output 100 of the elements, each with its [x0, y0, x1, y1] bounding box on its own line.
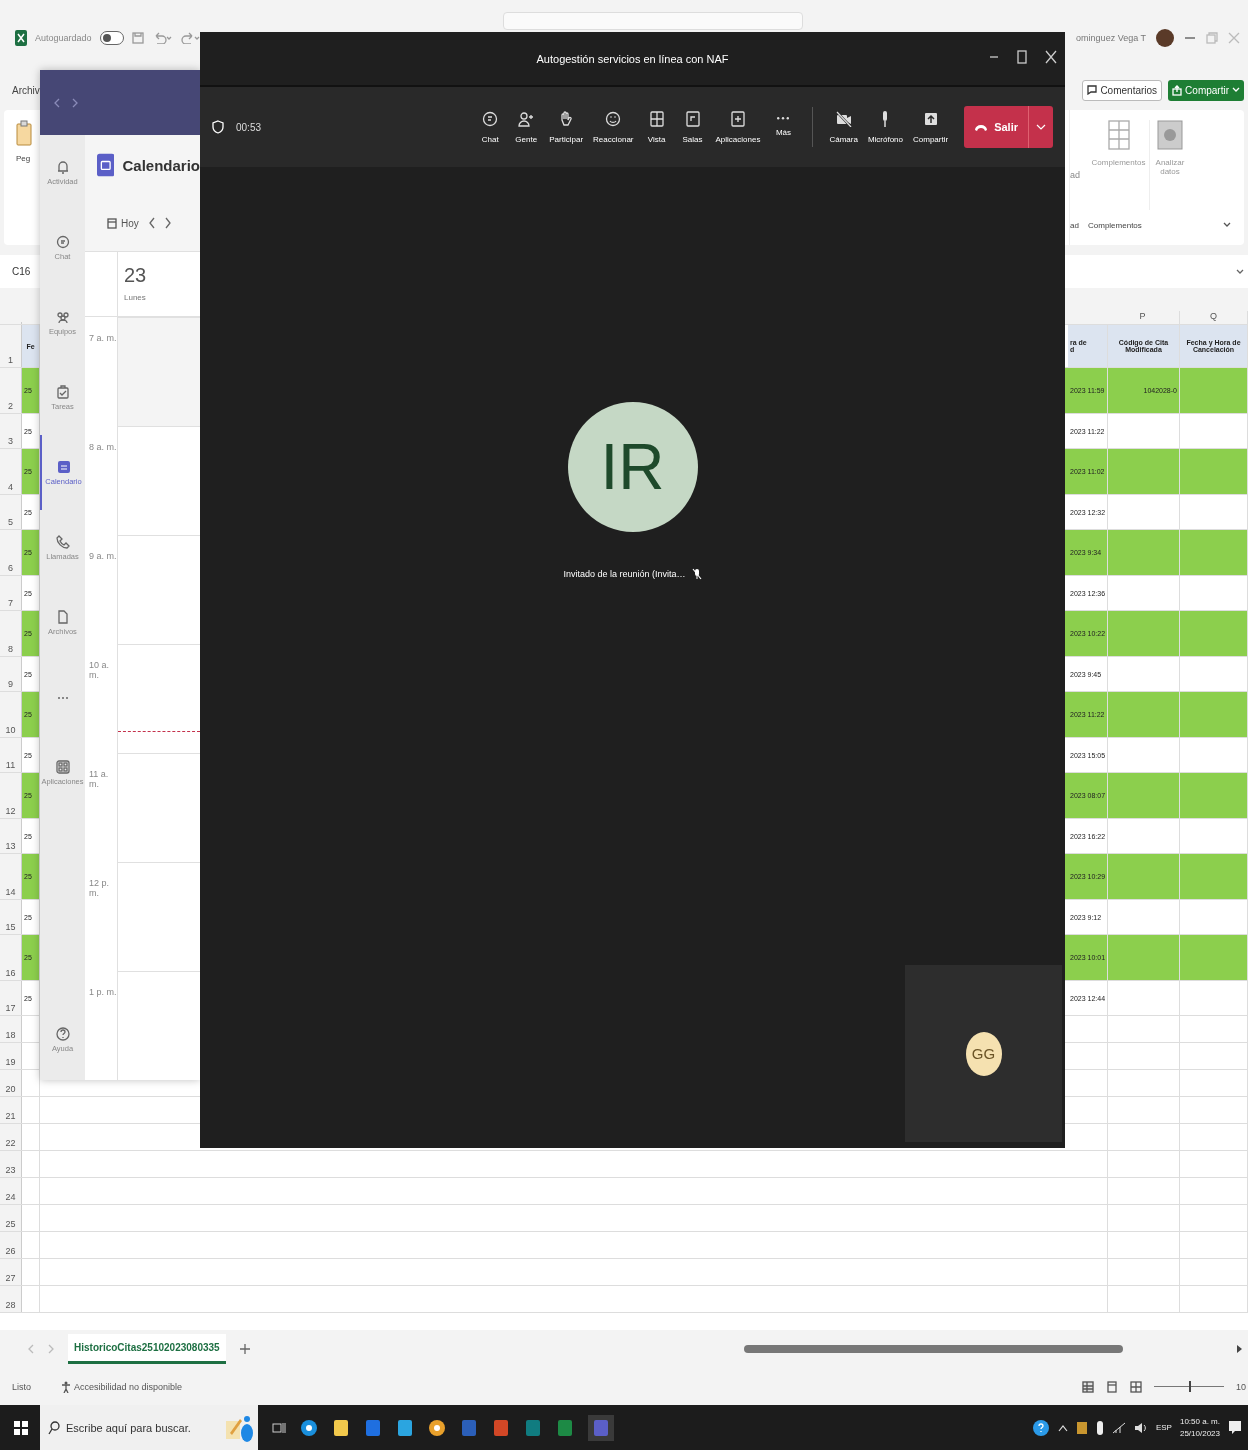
row-number[interactable]: 18 — [0, 1016, 22, 1042]
chevron-up-icon[interactable] — [1057, 1423, 1068, 1432]
toolbar-button[interactable]: Chat — [475, 110, 506, 144]
user-avatar[interactable] — [1156, 29, 1174, 47]
app-icon[interactable] — [332, 1418, 350, 1437]
clipboard-icon — [55, 384, 70, 399]
row-number[interactable]: 17 — [0, 981, 22, 1015]
toolbar-button[interactable]: Más — [768, 117, 799, 137]
layout-icon — [648, 110, 665, 127]
row-number[interactable]: 25 — [0, 1205, 22, 1231]
row-number[interactable]: 14 — [0, 854, 22, 899]
today-button[interactable]: Hoy — [107, 217, 139, 229]
row-number[interactable]: 11 — [0, 738, 22, 772]
close-icon[interactable] — [1045, 50, 1057, 64]
toolbar-button[interactable]: Vista — [641, 110, 672, 144]
app-icon[interactable] — [1075, 1420, 1088, 1435]
calendar-icon — [107, 217, 117, 229]
toggle-switch[interactable] — [99, 31, 124, 45]
spreadsheet-icon — [15, 30, 27, 46]
toolbar-button[interactable]: Salas — [677, 110, 708, 144]
language-indicator[interactable]: ESP — [1155, 1423, 1172, 1432]
menu-item[interactable]: Archiv — [12, 84, 40, 96]
grid-icon — [1107, 120, 1130, 150]
row-number[interactable]: 1 — [0, 325, 22, 367]
row-number[interactable]: 27 — [0, 1259, 22, 1285]
forward-icon[interactable] — [72, 97, 78, 108]
search-field[interactable]: Escribe aquí para buscar. — [40, 1405, 258, 1450]
row-number[interactable]: 19 — [0, 1043, 22, 1069]
chat-icon — [482, 110, 499, 127]
row-number[interactable]: 9 — [0, 657, 22, 691]
row-number[interactable]: 15 — [0, 900, 22, 934]
speaker-icon[interactable] — [1133, 1421, 1148, 1434]
row-number[interactable]: 12 — [0, 773, 22, 818]
toolbar-button[interactable]: Reaccionar — [591, 110, 636, 144]
time-label: 7 a. m. — [88, 332, 117, 345]
app-icon[interactable] — [300, 1418, 318, 1437]
row-number[interactable]: 28 — [0, 1286, 22, 1312]
search-icon — [48, 1420, 60, 1435]
notifications-icon[interactable] — [1228, 1419, 1242, 1436]
row-number[interactable]: 22 — [0, 1124, 22, 1150]
row-number[interactable]: 8 — [0, 611, 22, 656]
share-button[interactable]: Compartir — [1168, 79, 1244, 101]
maximize-icon[interactable] — [1017, 50, 1027, 64]
group-label: ad — [1070, 220, 1080, 230]
row-number[interactable]: 3 — [0, 414, 22, 448]
time-label: 10 a. m. — [88, 659, 111, 682]
row-number[interactable]: 4 — [0, 449, 22, 494]
comments-button[interactable]: Comentarios — [1082, 79, 1163, 101]
normal-view-icon[interactable] — [1082, 1380, 1094, 1393]
toolbar-button[interactable]: Compartir — [911, 110, 951, 144]
row-number[interactable]: 24 — [0, 1178, 22, 1204]
day-number[interactable]: 23 — [124, 264, 200, 287]
help-icon[interactable] — [1031, 1418, 1050, 1437]
save-icon[interactable] — [131, 32, 144, 44]
name-box[interactable]: C16 — [12, 266, 31, 277]
zoom-level[interactable]: 10 — [1236, 1381, 1246, 1392]
toolbar-button[interactable]: Cámara — [827, 110, 860, 144]
toolbar-button[interactable]: Participar — [547, 110, 586, 144]
day-name: Lunes — [124, 293, 147, 302]
toolbar-button[interactable]: Micrófono — [865, 110, 905, 144]
status-text[interactable]: Accesibilidad no disponible — [74, 1381, 183, 1392]
task-view-icon[interactable] — [272, 1420, 286, 1435]
search-field[interactable] — [502, 12, 803, 30]
redo-icon[interactable] — [179, 32, 200, 44]
row-number[interactable]: 23 — [0, 1151, 22, 1177]
page-break-icon[interactable] — [1130, 1380, 1142, 1393]
app-icon[interactable] — [428, 1418, 446, 1437]
time-label: 1 p. m. — [88, 986, 117, 999]
app-icon[interactable] — [396, 1418, 414, 1437]
back-icon[interactable] — [54, 97, 60, 108]
rooms-icon — [684, 110, 701, 127]
page-layout-icon[interactable] — [1106, 1380, 1118, 1393]
caret-icon[interactable] — [1236, 268, 1244, 275]
column-header[interactable]: Q — [1180, 311, 1248, 324]
row-number[interactable]: 16 — [0, 935, 22, 980]
row-number[interactable]: 10 — [0, 692, 22, 737]
row-number[interactable]: 5 — [0, 495, 22, 529]
row-number[interactable]: 7 — [0, 576, 22, 610]
sheet-tab[interactable]: HistoricoCitas25102023080335 — [68, 1334, 226, 1364]
row-number[interactable]: 21 — [0, 1097, 22, 1123]
row-number[interactable]: 26 — [0, 1232, 22, 1258]
window-title: Autogestión servicios en línea con NAF — [536, 52, 729, 65]
row-number[interactable]: 20 — [0, 1070, 22, 1096]
toolbar-button[interactable]: Gente — [511, 110, 542, 144]
row-number[interactable]: 13 — [0, 819, 22, 853]
next-icon[interactable] — [164, 217, 171, 229]
column-header[interactable]: P — [1108, 311, 1180, 324]
usb-icon[interactable] — [1095, 1419, 1104, 1436]
start-icon[interactable] — [14, 1420, 28, 1435]
add-sheet-icon[interactable] — [239, 1344, 250, 1354]
toolbar-button[interactable]: Aplicaciones — [713, 110, 763, 144]
caret-icon — [1036, 124, 1046, 130]
row-number[interactable]: 2 — [0, 368, 22, 413]
status-text: Listo — [12, 1381, 31, 1392]
previous-icon[interactable] — [148, 217, 155, 229]
network-icon[interactable] — [1111, 1421, 1126, 1434]
clock[interactable]: 10:50 a. m. 25/10/2023 — [1179, 1417, 1220, 1438]
row-number[interactable]: 6 — [0, 530, 22, 575]
scroll-right-icon[interactable] — [1237, 1345, 1242, 1353]
collapse-icon[interactable] — [1223, 222, 1231, 228]
